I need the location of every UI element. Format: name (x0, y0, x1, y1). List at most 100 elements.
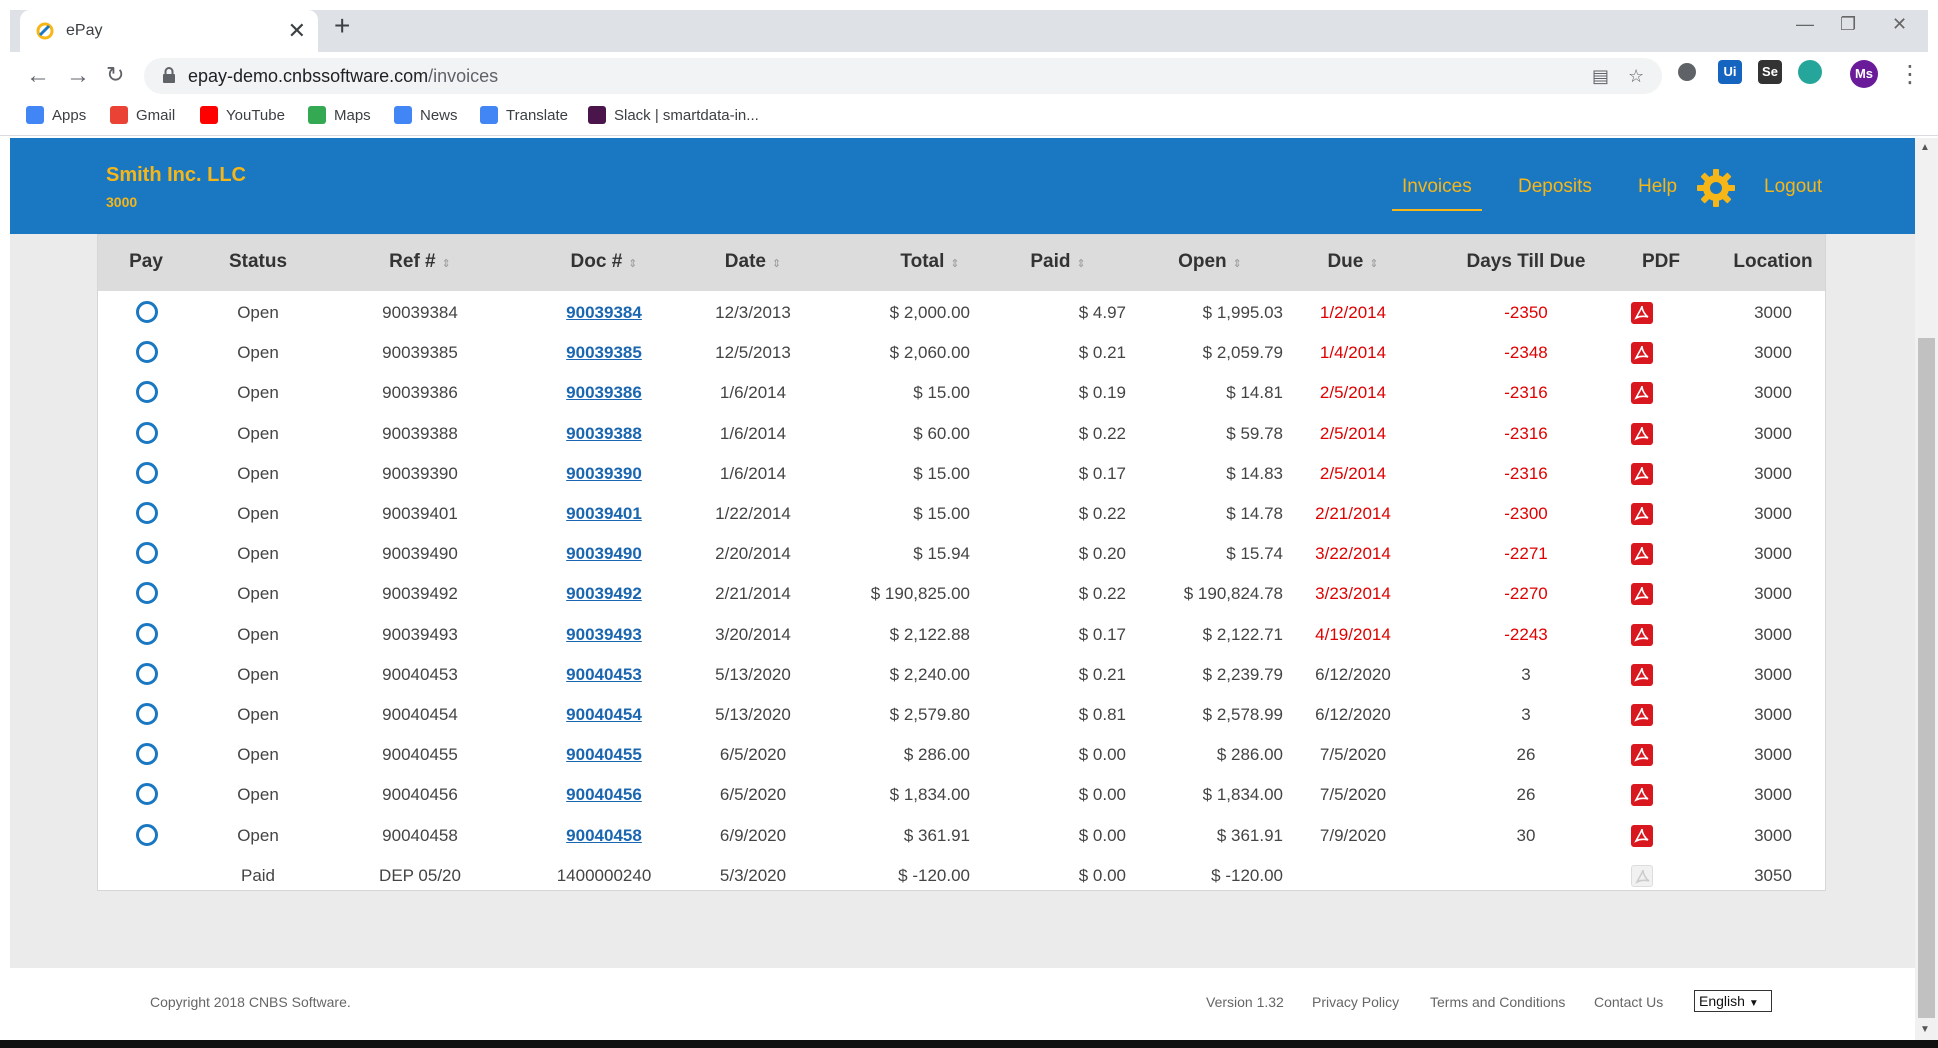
nav-invoices[interactable]: Invoices (1402, 176, 1472, 198)
pdf-icon[interactable] (1631, 382, 1653, 405)
sort-icon[interactable]: ⇕ (1076, 258, 1085, 270)
column-header-due[interactable]: Due ⇕ (1327, 251, 1378, 273)
doc-cell: 1400000240 (556, 865, 652, 885)
doc-link[interactable]: 90040454 (566, 705, 642, 725)
pay-radio[interactable] (136, 461, 158, 484)
pdf-icon[interactable] (1631, 784, 1653, 807)
pay-radio[interactable] (136, 381, 158, 404)
doc-link[interactable]: 90039490 (566, 544, 642, 564)
terms-link[interactable]: Terms and Conditions (1430, 994, 1565, 1010)
scroll-up-icon[interactable]: ▲ (1920, 142, 1930, 153)
pdf-icon[interactable] (1631, 462, 1653, 485)
browser-menu-icon[interactable]: ⋮ (1898, 60, 1922, 89)
bookmark-label: Gmail (136, 106, 176, 124)
pay-radio[interactable] (136, 662, 158, 685)
privacy-policy-link[interactable]: Privacy Policy (1312, 994, 1399, 1010)
column-header-open[interactable]: Open ⇕ (1178, 251, 1242, 273)
column-header-doc[interactable]: Doc # ⇕ (571, 251, 638, 273)
minimize-window-icon[interactable]: — (1796, 14, 1814, 35)
scrollbar-thumb[interactable] (1918, 338, 1935, 1018)
doc-link[interactable]: 90039492 (566, 584, 642, 604)
column-header-date[interactable]: Date ⇕ (725, 251, 781, 273)
scroll-down-icon[interactable]: ▼ (1920, 1024, 1930, 1035)
pay-radio[interactable] (136, 421, 158, 444)
bookmark-star-icon[interactable]: ☆ (1628, 66, 1644, 87)
doc-link[interactable]: 90039386 (566, 383, 642, 403)
bookmark-label: Translate (506, 106, 568, 124)
doc-link[interactable]: 90039401 (566, 504, 642, 524)
nav-logout[interactable]: Logout (1764, 176, 1822, 198)
restore-window-icon[interactable]: ❐ (1840, 14, 1856, 35)
pdf-icon[interactable] (1631, 302, 1653, 324)
sort-icon[interactable]: ⇕ (1369, 258, 1378, 270)
sort-icon[interactable]: ⇕ (950, 258, 959, 270)
uipath-extension-icon[interactable]: Ui (1718, 60, 1742, 84)
doc-link[interactable]: 90040458 (566, 826, 642, 846)
doc-link[interactable]: 90039388 (566, 424, 642, 444)
extension-sync-icon[interactable] (1798, 60, 1822, 84)
page-scrollbar[interactable]: ▲ ▼ (1915, 138, 1938, 1040)
nav-help[interactable]: Help (1638, 176, 1677, 198)
bookmark-news[interactable]: News (394, 106, 458, 124)
doc-link[interactable]: 90040456 (566, 785, 642, 805)
doc-link[interactable]: 90039384 (566, 303, 642, 323)
browser-tab[interactable]: ePay ✕ (20, 10, 318, 52)
sort-icon[interactable]: ⇕ (628, 258, 637, 270)
pdf-icon[interactable] (1631, 543, 1653, 566)
pdf-icon[interactable] (1631, 503, 1653, 525)
reload-icon[interactable]: ↻ (106, 62, 124, 88)
bookmark-slack[interactable]: Slack | smartdata-in... (588, 106, 759, 124)
total-cell: $ 2,240.00 (889, 664, 970, 684)
selenium-extension-icon[interactable]: Se (1758, 60, 1782, 84)
contact-us-link[interactable]: Contact Us (1594, 994, 1663, 1010)
pay-radio[interactable] (136, 301, 158, 323)
doc-link[interactable]: 90039390 (566, 464, 642, 484)
sort-icon[interactable]: ⇕ (772, 258, 781, 270)
sort-icon[interactable]: ⇕ (1233, 258, 1242, 270)
bookmark-maps[interactable]: Maps (308, 106, 371, 124)
bookmark-translate[interactable]: Translate (480, 106, 568, 124)
gear-icon[interactable] (1696, 168, 1736, 208)
pay-radio[interactable] (136, 542, 158, 565)
pay-radio[interactable] (136, 823, 158, 846)
pay-radio[interactable] (136, 502, 158, 524)
close-tab-icon[interactable]: ✕ (288, 18, 306, 44)
column-header-ref[interactable]: Ref # ⇕ (389, 251, 451, 273)
pdf-icon[interactable] (1631, 744, 1653, 767)
extension-circle-icon[interactable] (1678, 63, 1696, 81)
pay-radio[interactable] (136, 703, 158, 725)
doc-link[interactable]: 90040453 (566, 665, 642, 685)
bookmark-youtube[interactable]: YouTube (200, 106, 285, 124)
pdf-icon[interactable] (1631, 704, 1653, 726)
pay-radio[interactable] (136, 743, 158, 766)
doc-link[interactable]: 90039385 (566, 343, 642, 363)
address-bar[interactable]: epay-demo.cnbssoftware.com/invoices ▤ ☆ (144, 58, 1662, 94)
column-header-paid[interactable]: Paid ⇕ (1030, 251, 1085, 273)
due-cell: 1/4/2014 (1319, 343, 1387, 363)
back-arrow-icon[interactable]: ← (26, 62, 50, 90)
sort-icon[interactable]: ⇕ (442, 258, 451, 270)
bookmark-gmail[interactable]: Gmail (110, 106, 175, 124)
profile-avatar[interactable]: Ms (1850, 60, 1878, 88)
pdf-icon[interactable] (1631, 422, 1653, 445)
pdf-icon[interactable] (1631, 583, 1653, 606)
new-tab-button[interactable]: + (334, 12, 350, 40)
forward-arrow-icon[interactable]: → (66, 62, 90, 90)
pay-radio[interactable] (136, 783, 158, 806)
pdf-icon[interactable] (1631, 342, 1653, 365)
doc-link[interactable]: 90039493 (566, 625, 642, 645)
language-select[interactable]: English ▼ (1694, 990, 1772, 1012)
close-window-icon[interactable]: ✕ (1892, 14, 1907, 35)
doc-link[interactable]: 90040455 (566, 745, 642, 765)
column-header-total[interactable]: Total ⇕ (900, 251, 959, 273)
bookmark-apps-grid[interactable]: Apps (26, 106, 86, 124)
apps-grid-icon (26, 106, 44, 124)
reader-mode-icon[interactable]: ▤ (1592, 66, 1609, 87)
pay-radio[interactable] (136, 622, 158, 645)
pay-radio[interactable] (136, 582, 158, 605)
pdf-icon[interactable] (1631, 663, 1653, 686)
pay-radio[interactable] (136, 341, 158, 364)
pdf-icon[interactable] (1631, 824, 1653, 847)
pdf-icon[interactable] (1631, 623, 1653, 646)
nav-deposits[interactable]: Deposits (1518, 176, 1592, 198)
